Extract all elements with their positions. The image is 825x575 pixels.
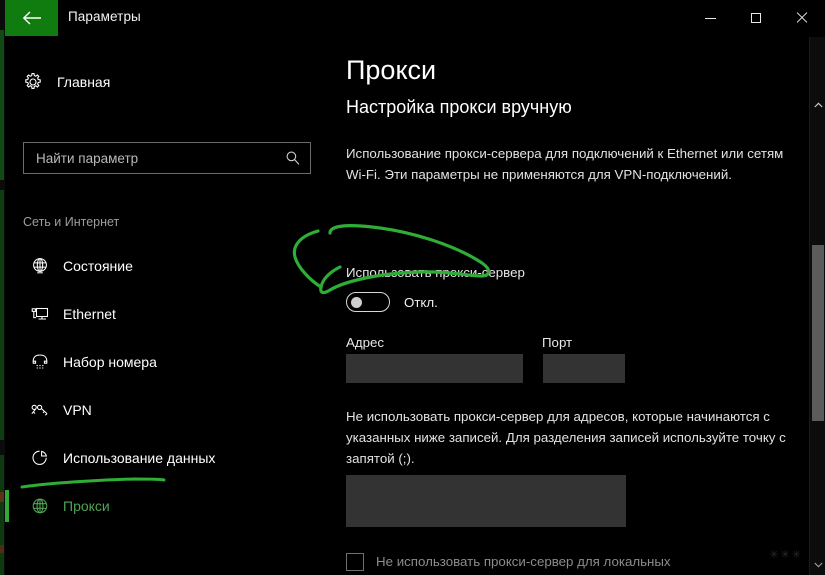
scrollbar-up-button[interactable]: [810, 95, 825, 113]
maximize-icon: [751, 13, 761, 23]
globe-status-icon: [17, 256, 63, 276]
main-scrollbar[interactable]: [809, 37, 825, 575]
search-box[interactable]: [23, 142, 311, 174]
close-icon: [796, 12, 808, 24]
sidebar-item-ethernet[interactable]: Ethernet: [5, 290, 330, 338]
sidebar-item-vpn[interactable]: VPN: [5, 386, 330, 434]
edge-artifact-5: [0, 545, 4, 553]
sidebar-item-ethernet-label: Ethernet: [63, 306, 116, 322]
sidebar-item-vpn-label: VPN: [63, 402, 92, 418]
section-title: Настройка прокси вручную: [346, 97, 572, 117]
sidebar-item-home[interactable]: Главная: [13, 62, 313, 102]
scrollbar-down-button[interactable]: [810, 555, 825, 573]
chevron-down-icon: [813, 555, 823, 573]
address-input[interactable]: [346, 354, 523, 383]
monitor-network-icon: [17, 304, 63, 324]
selected-accent-bar: [5, 490, 9, 522]
use-proxy-toggle-state: Откл.: [404, 294, 438, 310]
sidebar-item-status[interactable]: Состояние: [5, 242, 330, 290]
vpn-key-icon: [17, 400, 63, 420]
sidebar-item-dialup[interactable]: Набор номера: [5, 338, 330, 386]
minimize-icon: [704, 17, 716, 19]
sidebar-item-home-label: Главная: [57, 74, 111, 90]
scrollbar-thumb[interactable]: [812, 245, 824, 421]
edge-artifact-1: [0, 30, 4, 180]
bypass-description: Не использовать прокси-сервер для адресо…: [346, 409, 786, 466]
sidebar-nav: Состояние Ethernet Набор номера VPN Испо…: [5, 242, 330, 530]
chevron-up-icon: [813, 95, 823, 113]
page-title: Прокси: [346, 55, 437, 85]
maximize-button[interactable]: [733, 0, 779, 36]
local-bypass-checkbox-row[interactable]: Не использовать прокси-сервер для локаль…: [346, 552, 736, 575]
sidebar-item-dialup-label: Набор номера: [63, 354, 157, 370]
proxy-description: Использование прокси-сервера для подключ…: [346, 146, 784, 182]
toggle-knob: [351, 297, 362, 308]
search-icon: [276, 150, 310, 166]
back-arrow-icon: [22, 11, 42, 25]
sidebar-category-label: Сеть и Интернет: [23, 215, 120, 229]
use-proxy-label: Использовать прокси-сервер: [346, 265, 525, 280]
window-title: Параметры: [68, 9, 141, 24]
address-label: Адрес: [346, 335, 385, 350]
main-content: Прокси Настройка прокси вручную Использо…: [330, 37, 795, 575]
globe-proxy-icon: [17, 496, 63, 516]
search-input[interactable]: [24, 150, 276, 166]
edge-artifact-4: [0, 492, 4, 502]
title-bar: Параметры: [5, 0, 825, 37]
minimize-button[interactable]: [687, 0, 733, 36]
bypass-list-input[interactable]: [346, 475, 626, 527]
sidebar-item-proxy-label: Прокси: [63, 498, 110, 514]
settings-window: Параметры Главная Найти параметр Сеть и …: [0, 0, 825, 575]
use-proxy-toggle-row: Откл.: [346, 292, 438, 312]
sidebar-item-data-usage[interactable]: Использование данных: [5, 434, 330, 482]
edge-artifact-2: [0, 190, 4, 440]
pie-chart-icon: [17, 448, 63, 468]
gear-icon: [13, 72, 53, 92]
use-proxy-toggle[interactable]: [346, 292, 390, 312]
dial-up-phone-icon: [17, 352, 63, 372]
bottom-right-artifact: ✳✳✳: [769, 549, 803, 561]
port-label: Порт: [542, 335, 573, 350]
sidebar-item-data-usage-label: Использование данных: [63, 450, 216, 466]
back-button[interactable]: [5, 0, 58, 36]
port-input[interactable]: [543, 354, 625, 383]
window-controls: [687, 0, 825, 36]
local-bypass-label: Не использовать прокси-сервер для локаль…: [376, 554, 671, 575]
local-bypass-checkbox[interactable]: [346, 553, 364, 571]
edge-artifact-3: [0, 455, 4, 575]
sidebar: Главная Сеть и Интернет: [5, 37, 330, 575]
close-button[interactable]: [779, 0, 825, 36]
sidebar-item-status-label: Состояние: [63, 258, 133, 274]
sidebar-item-proxy[interactable]: Прокси: [5, 482, 330, 530]
